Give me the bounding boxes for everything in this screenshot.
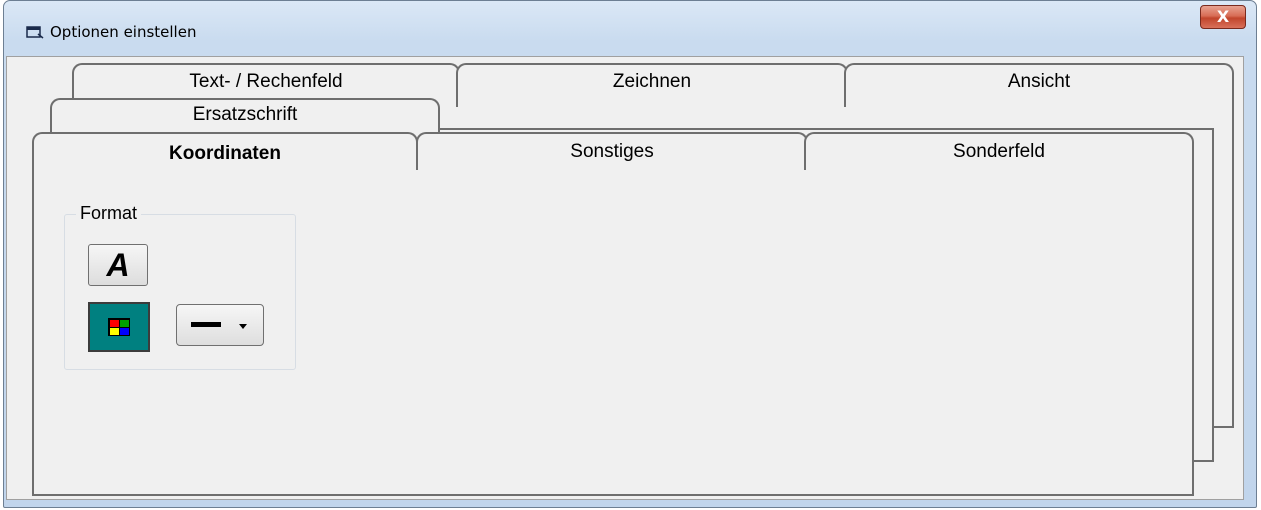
app-icon bbox=[26, 26, 44, 39]
font-button[interactable]: A bbox=[88, 244, 148, 286]
active-tab-seam bbox=[34, 166, 416, 170]
font-icon: A bbox=[106, 247, 130, 283]
tab-label: Ansicht bbox=[1007, 71, 1071, 92]
chevron-down-icon bbox=[239, 324, 247, 329]
tab-sonstiges[interactable]: Sonstiges bbox=[416, 132, 808, 170]
tab-ersatzschrift[interactable]: Ersatzschrift bbox=[50, 98, 440, 134]
line-style-dropdown[interactable] bbox=[176, 304, 264, 346]
line-style-icon bbox=[191, 322, 221, 327]
format-group-label: Format bbox=[76, 203, 142, 224]
close-icon: X bbox=[1216, 7, 1230, 26]
color-palette-icon bbox=[108, 318, 130, 336]
tab-ansicht[interactable]: Ansicht bbox=[844, 63, 1234, 107]
tab-sonderfeld[interactable]: Sonderfeld bbox=[804, 132, 1194, 170]
tab-label-active: Koordinaten bbox=[169, 143, 281, 164]
window-title: Optionen einstellen bbox=[50, 23, 197, 41]
close-button[interactable]: X bbox=[1200, 5, 1246, 29]
tab-zeichnen[interactable]: Zeichnen bbox=[456, 63, 848, 107]
tab-label: Sonderfeld bbox=[953, 141, 1045, 162]
title-bar[interactable]: Optionen einstellen X bbox=[4, 1, 1256, 57]
tab-label: Zeichnen bbox=[612, 71, 692, 92]
tab-label: Ersatzschrift bbox=[192, 104, 298, 125]
tab-label: Sonstiges bbox=[570, 141, 654, 162]
color-button[interactable] bbox=[88, 302, 150, 352]
tab-koordinaten[interactable]: Koordinaten bbox=[32, 132, 418, 170]
tab-label: Text- / Rechenfeld bbox=[189, 71, 343, 92]
